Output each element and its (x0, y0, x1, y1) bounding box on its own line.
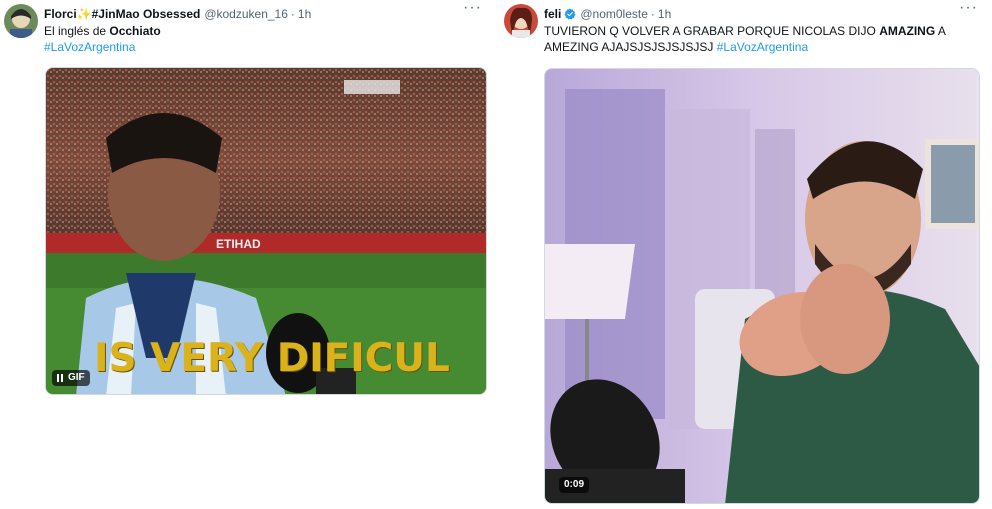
tweet-media-video[interactable]: 0:09 (544, 68, 980, 504)
tweet-1[interactable]: Florci✨#JinMao Obsessed @kodzuken_16 · 1… (0, 0, 496, 509)
tweet-header: feli @nom0leste · 1h (544, 5, 992, 23)
gif-label: GIF (68, 372, 85, 383)
hashtag-link[interactable]: #LaVozArgentina (717, 40, 808, 54)
more-icon[interactable]: ··· (463, 0, 482, 16)
separator-dot: · (290, 7, 295, 21)
hashtag-link[interactable]: #LaVozArgentina (44, 40, 135, 54)
user-handle[interactable]: @nom0leste (580, 7, 648, 21)
avatar[interactable] (504, 4, 538, 38)
tweet-text-bold: Occhiato (109, 24, 161, 38)
avatar[interactable] (4, 4, 38, 38)
display-name[interactable]: feli (544, 7, 561, 21)
tweet-media-gif[interactable]: ETIHAD IS VERY DIFICUL GIF (45, 67, 487, 395)
display-name[interactable]: Florci✨#JinMao Obsessed (44, 7, 200, 21)
separator-dot: · (650, 7, 655, 21)
user-handle[interactable]: @kodzuken_16 (204, 7, 288, 21)
tweet-text: TUVIERON Q VOLVER A GRABAR PORQUE NICOLA… (544, 23, 978, 55)
tweet-text-prefix: El inglés de (44, 24, 110, 38)
timestamp[interactable]: 1h (298, 7, 311, 21)
timestamp[interactable]: 1h (658, 7, 671, 21)
more-icon[interactable]: ··· (959, 0, 978, 16)
gif-badge[interactable]: GIF (52, 370, 90, 386)
tweet-text-bold: AMAZING (879, 24, 936, 38)
svg-text:ETIHAD: ETIHAD (216, 237, 261, 251)
tweet-header: Florci✨#JinMao Obsessed @kodzuken_16 · 1… (44, 5, 496, 23)
pause-icon[interactable] (57, 374, 63, 382)
tweet-text-prefix: TUVIERON Q VOLVER A GRABAR PORQUE NICOLA… (544, 24, 880, 38)
tweet-text: El inglés de Occhiato #LaVozArgentina (44, 23, 482, 55)
tweet-2[interactable]: feli @nom0leste · 1h ··· TUVIERON Q VOLV… (496, 0, 992, 509)
video-duration: 0:09 (559, 477, 590, 493)
gif-caption: IS VERY DIFICUL (94, 336, 450, 381)
verified-badge-icon (564, 8, 576, 20)
video-frame (545, 69, 979, 503)
